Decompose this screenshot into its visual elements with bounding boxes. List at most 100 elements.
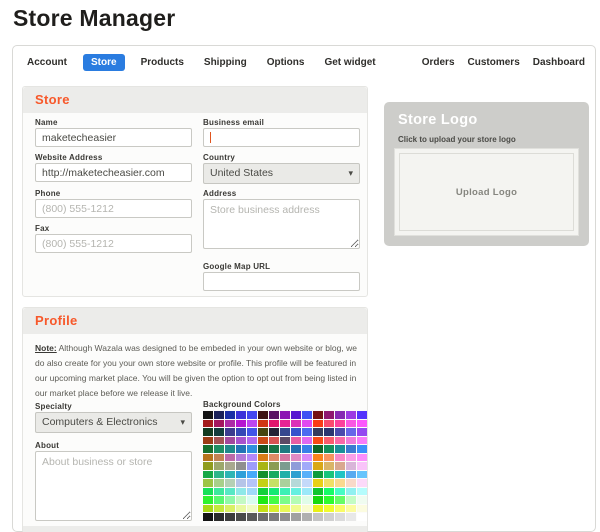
- color-swatch-r9c1[interactable]: [203, 479, 213, 487]
- color-swatch-r10c11[interactable]: [313, 487, 323, 495]
- color-swatch-r11c11[interactable]: [313, 496, 323, 504]
- color-swatch-r12c5[interactable]: [247, 504, 257, 512]
- color-swatch-r3c12[interactable]: [324, 428, 334, 436]
- color-swatch-r12c11[interactable]: [313, 504, 323, 512]
- color-swatch-r3c4[interactable]: [236, 428, 246, 436]
- color-swatch-r13c3[interactable]: [225, 513, 235, 521]
- tab-shipping[interactable]: Shipping: [200, 54, 251, 71]
- color-swatch-r12c2[interactable]: [214, 504, 224, 512]
- color-swatch-r11c10[interactable]: [302, 496, 312, 504]
- color-swatch-r7c6[interactable]: [258, 462, 268, 470]
- color-swatch-r2c12[interactable]: [324, 419, 334, 427]
- nav-customers[interactable]: Customers: [468, 57, 520, 68]
- color-swatch-r8c15[interactable]: [357, 470, 367, 478]
- color-swatch-r6c15[interactable]: [357, 453, 367, 461]
- color-swatch-r6c13[interactable]: [335, 453, 345, 461]
- color-swatch-r11c13[interactable]: [335, 496, 345, 504]
- color-swatch-r9c8[interactable]: [280, 479, 290, 487]
- color-swatch-r9c3[interactable]: [225, 479, 235, 487]
- color-swatch-r2c2[interactable]: [214, 419, 224, 427]
- color-swatch-r1c2[interactable]: [214, 411, 224, 419]
- color-swatch-r2c10[interactable]: [302, 419, 312, 427]
- color-swatch-r2c14[interactable]: [346, 419, 356, 427]
- color-swatch-r3c10[interactable]: [302, 428, 312, 436]
- color-swatch-r6c6[interactable]: [258, 453, 268, 461]
- color-swatch-r2c15[interactable]: [357, 419, 367, 427]
- color-swatch-r4c9[interactable]: [291, 436, 301, 444]
- color-swatch-r8c8[interactable]: [280, 470, 290, 478]
- color-swatch-r6c8[interactable]: [280, 453, 290, 461]
- color-swatch-r7c13[interactable]: [335, 462, 345, 470]
- color-swatch-r4c7[interactable]: [269, 436, 279, 444]
- color-swatch-r6c4[interactable]: [236, 453, 246, 461]
- color-swatch-r1c1[interactable]: [203, 411, 213, 419]
- color-swatch-r10c13[interactable]: [335, 487, 345, 495]
- color-swatch-r8c6[interactable]: [258, 470, 268, 478]
- color-swatch-r11c3[interactable]: [225, 496, 235, 504]
- color-swatch-r4c5[interactable]: [247, 436, 257, 444]
- about-textarea[interactable]: [35, 451, 192, 521]
- color-swatch-r2c9[interactable]: [291, 419, 301, 427]
- color-swatch-r6c3[interactable]: [225, 453, 235, 461]
- color-swatch-r6c10[interactable]: [302, 453, 312, 461]
- color-swatch-r9c5[interactable]: [247, 479, 257, 487]
- color-swatch-r7c9[interactable]: [291, 462, 301, 470]
- color-swatch-r13c13[interactable]: [335, 513, 345, 521]
- color-swatch-r3c6[interactable]: [258, 428, 268, 436]
- color-swatch-r4c13[interactable]: [335, 436, 345, 444]
- color-swatch-r4c12[interactable]: [324, 436, 334, 444]
- color-swatch-r13c6[interactable]: [258, 513, 268, 521]
- color-swatch-r3c13[interactable]: [335, 428, 345, 436]
- color-swatch-r7c11[interactable]: [313, 462, 323, 470]
- color-swatch-r5c9[interactable]: [291, 445, 301, 453]
- color-swatch-r8c3[interactable]: [225, 470, 235, 478]
- color-swatch-r5c15[interactable]: [357, 445, 367, 453]
- color-swatch-r13c14[interactable]: [346, 513, 356, 521]
- color-swatch-r4c10[interactable]: [302, 436, 312, 444]
- color-swatch-r12c4[interactable]: [236, 504, 246, 512]
- color-swatch-r1c11[interactable]: [313, 411, 323, 419]
- color-swatch-r12c9[interactable]: [291, 504, 301, 512]
- color-swatch-r12c8[interactable]: [280, 504, 290, 512]
- color-swatch-r5c7[interactable]: [269, 445, 279, 453]
- color-swatch-r7c2[interactable]: [214, 462, 224, 470]
- color-swatch-r13c11[interactable]: [313, 513, 323, 521]
- color-swatch-r11c5[interactable]: [247, 496, 257, 504]
- color-swatch-r6c9[interactable]: [291, 453, 301, 461]
- color-swatch-r2c7[interactable]: [269, 419, 279, 427]
- color-swatch-r12c12[interactable]: [324, 504, 334, 512]
- color-swatch-r7c1[interactable]: [203, 462, 213, 470]
- color-swatch-r13c4[interactable]: [236, 513, 246, 521]
- color-swatch-r3c15[interactable]: [357, 428, 367, 436]
- color-swatch-r11c12[interactable]: [324, 496, 334, 504]
- color-swatch-r4c8[interactable]: [280, 436, 290, 444]
- color-swatch-r1c5[interactable]: [247, 411, 257, 419]
- color-swatch-r9c10[interactable]: [302, 479, 312, 487]
- color-swatch-r7c8[interactable]: [280, 462, 290, 470]
- color-swatch-r8c1[interactable]: [203, 470, 213, 478]
- color-swatch-r2c3[interactable]: [225, 419, 235, 427]
- color-swatch-r3c8[interactable]: [280, 428, 290, 436]
- color-swatch-r7c12[interactable]: [324, 462, 334, 470]
- color-swatch-r8c2[interactable]: [214, 470, 224, 478]
- color-swatch-r3c11[interactable]: [313, 428, 323, 436]
- color-swatch-r4c3[interactable]: [225, 436, 235, 444]
- color-swatch-r7c14[interactable]: [346, 462, 356, 470]
- website-input[interactable]: [35, 163, 192, 182]
- color-swatch-r3c1[interactable]: [203, 428, 213, 436]
- color-swatch-r13c8[interactable]: [280, 513, 290, 521]
- color-swatch-r6c14[interactable]: [346, 453, 356, 461]
- color-swatch-r11c2[interactable]: [214, 496, 224, 504]
- color-swatch-r4c4[interactable]: [236, 436, 246, 444]
- fax-input[interactable]: [35, 234, 192, 253]
- country-select[interactable]: United States ▾: [203, 163, 360, 184]
- color-swatch-r10c10[interactable]: [302, 487, 312, 495]
- color-swatch-r9c14[interactable]: [346, 479, 356, 487]
- color-swatch-r2c11[interactable]: [313, 419, 323, 427]
- color-swatch-r11c14[interactable]: [346, 496, 356, 504]
- color-swatch-r9c4[interactable]: [236, 479, 246, 487]
- color-swatch-r5c12[interactable]: [324, 445, 334, 453]
- color-swatch-r10c1[interactable]: [203, 487, 213, 495]
- color-swatch-r1c15[interactable]: [357, 411, 367, 419]
- color-swatch-r10c9[interactable]: [291, 487, 301, 495]
